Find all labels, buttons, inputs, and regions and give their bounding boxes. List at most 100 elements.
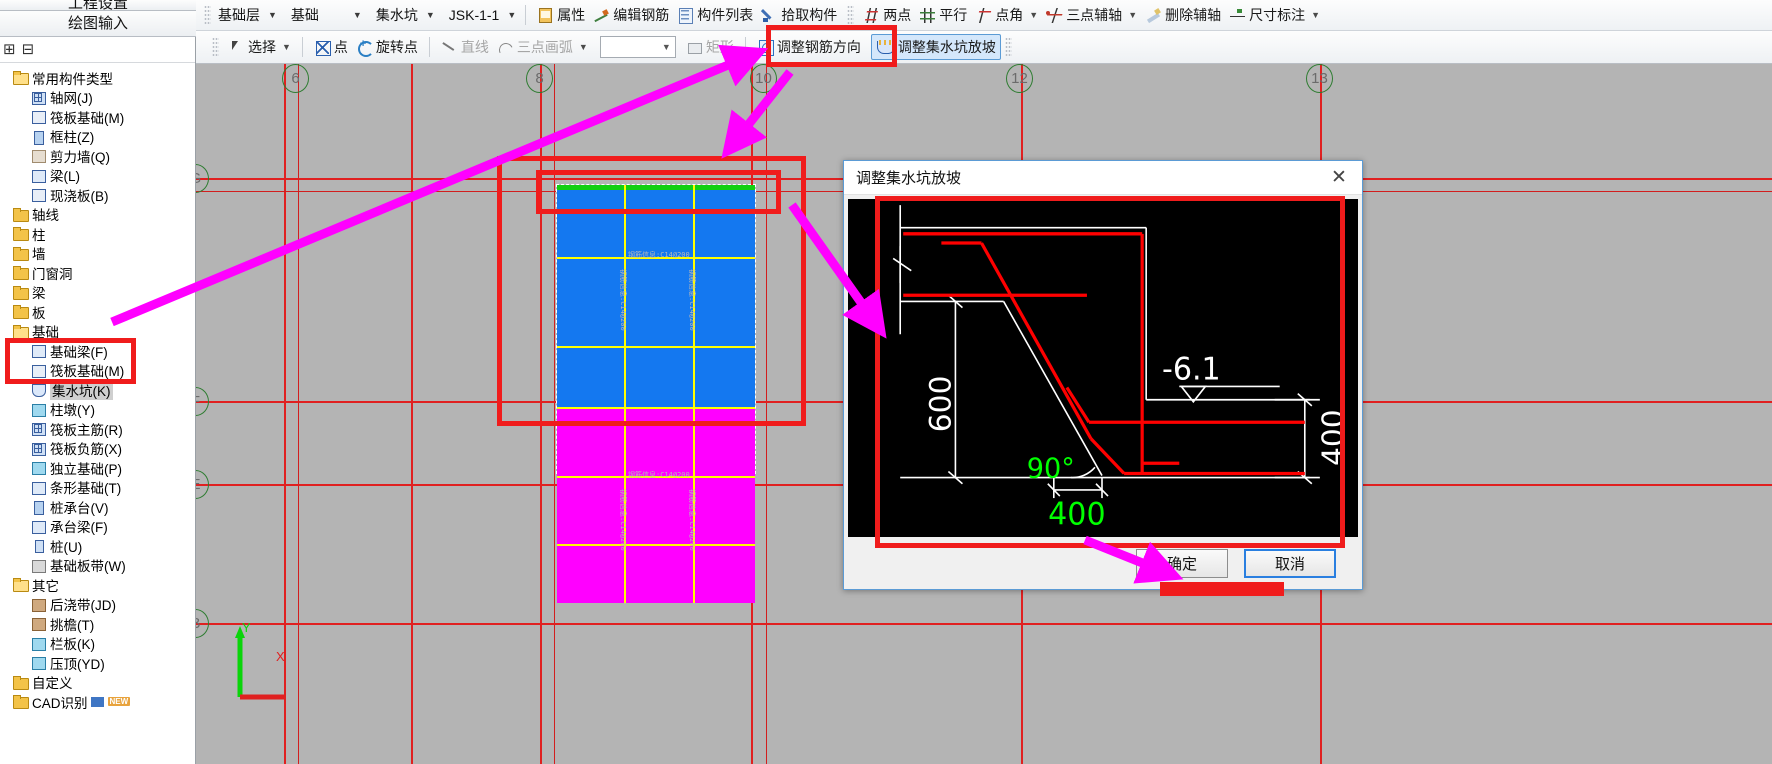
dimension-button[interactable]: 尺寸标注 ▼ (1225, 3, 1324, 27)
axis-bubble-horizontal[interactable]: G (196, 164, 209, 193)
chevron-down-icon[interactable]: ▼ (1128, 10, 1137, 20)
rebar-info-label: 钢筋信息:C14@200 (619, 489, 627, 551)
expand-all-icon[interactable]: ⊞ (3, 42, 16, 57)
axis-bubble-vertical[interactable]: 13 (1306, 64, 1333, 93)
tree-item-21[interactable]: 条形基础(T) (0, 478, 195, 498)
chevron-down-icon[interactable]: ▼ (1311, 10, 1320, 20)
rectangle-button-label: 矩形 (705, 39, 734, 55)
brown-icon (30, 597, 47, 612)
chevron-down-icon[interactable]: ▼ (282, 42, 291, 52)
select-button[interactable]: 选择 ▼ (224, 35, 295, 59)
axis-origin-x-label: X (276, 649, 285, 664)
cyan-icon (30, 655, 47, 671)
tree-item-label: 现浇板(B) (50, 188, 109, 204)
beam-icon (30, 168, 47, 183)
folder-icon (12, 285, 29, 300)
adjust-pit-slope-button[interactable]: 调整集水坑放坡 (870, 34, 1001, 60)
tree-item-5[interactable]: 梁(L) (0, 166, 195, 186)
tree-item-27[interactable]: 后浇带(JD) (0, 595, 195, 615)
tab-project-settings[interactable]: 工程设置 (0, 0, 196, 11)
axis-bubble-horizontal[interactable]: E (196, 470, 209, 499)
tree-item-30[interactable]: 压顶(YD) (0, 653, 195, 673)
axis-bubble-vertical[interactable]: 6 (282, 64, 309, 93)
tree-item-15[interactable]: 筏板基础(M) (0, 361, 195, 381)
tree-item-label: 自定义 (32, 676, 73, 692)
rectangle-button[interactable]: 矩形 (682, 35, 738, 59)
three-point-arc-button[interactable]: 三点画弧 ▼ (493, 35, 592, 59)
two-point-axis-button[interactable]: 两点 (859, 3, 915, 27)
adjust-rebar-direction-button[interactable]: 调整钢筋方向 (753, 35, 865, 59)
tree-item-28[interactable]: 挑檐(T) (0, 614, 195, 634)
category-selector[interactable]: 基础 ▼ (289, 4, 364, 26)
axis-bubble-label: F (196, 393, 200, 410)
tree-item-31[interactable]: 自定义 (0, 673, 195, 693)
floor-selector[interactable]: 基础层 ▼ (216, 4, 279, 26)
chevron-down-icon[interactable]: ▼ (579, 42, 588, 52)
tree-item-25[interactable]: 基础板带(W) (0, 556, 195, 576)
folder-icon (12, 265, 29, 281)
pick-component-button[interactable]: 拾取构件 (757, 3, 841, 27)
tree-item-9[interactable]: 墙 (0, 244, 195, 264)
new-badge: NEW (107, 697, 131, 707)
delete-aux-axis-button[interactable]: 删除辅轴 (1141, 3, 1225, 27)
style-combo[interactable]: ▼ (599, 36, 676, 58)
tree-item-7[interactable]: 轴线 (0, 205, 195, 225)
tree-item-8[interactable]: 柱 (0, 224, 195, 244)
tree-item-22[interactable]: 桩承台(V) (0, 497, 195, 517)
tree-item-4[interactable]: 剪力墙(Q) (0, 146, 195, 166)
axis-bubble-vertical[interactable]: 12 (1006, 64, 1033, 93)
tree-item-12[interactable]: 板 (0, 302, 195, 322)
parallel-axis-button[interactable]: 平行 (915, 3, 971, 27)
tree-item-32[interactable]: CAD识别 NEW (0, 692, 195, 712)
axis-bubble-horizontal[interactable]: F (196, 387, 209, 416)
tree-item-19[interactable]: 筏板负筋(X) (0, 439, 195, 459)
tree-item-1[interactable]: 轴网(J) (0, 88, 195, 108)
properties-button[interactable]: 属性 (533, 3, 589, 27)
tree-item-26[interactable]: 其它 (0, 575, 195, 595)
ok-button[interactable]: 确定 (1136, 548, 1228, 578)
point-angle-axis-button[interactable]: 点角 ▼ (971, 3, 1042, 27)
tree-item-14[interactable]: 基础梁(F) (0, 341, 195, 361)
axis-bubble-vertical[interactable]: 10 (750, 64, 777, 93)
tree-item-17[interactable]: 柱墩(Y) (0, 400, 195, 420)
axis-origin-y-label: Y (242, 620, 251, 635)
component-name-selector[interactable]: JSK-1-1 ▼ (447, 4, 519, 26)
three-point-aux-axis-button[interactable]: 三点辅轴 ▼ (1042, 3, 1141, 27)
component-type-selector[interactable]: 集水坑 ▼ (374, 4, 437, 26)
tree-item-18[interactable]: 筏板主筋(R) (0, 419, 195, 439)
tree-item-29[interactable]: 栏板(K) (0, 634, 195, 654)
tree-item-20[interactable]: 独立基础(P) (0, 458, 195, 478)
tree-item-16[interactable]: 集水坑(K) (0, 379, 195, 400)
tree-item-0[interactable]: 常用构件类型 (0, 68, 195, 88)
edit-rebar-button[interactable]: 编辑钢筋 (589, 3, 673, 27)
tree-item-23[interactable]: 承台梁(F) (0, 517, 195, 537)
cancel-button[interactable]: 取消 (1244, 548, 1336, 578)
tree-item-label: 后浇带(JD) (50, 598, 116, 614)
close-icon[interactable]: ✕ (1322, 164, 1356, 192)
chevron-down-icon[interactable]: ▼ (1029, 10, 1038, 20)
tree-item-3[interactable]: 框柱(Z) (0, 127, 195, 147)
pit-slope-preview[interactable]: 600 400 400 -6.1 90° (848, 199, 1358, 537)
tree-item-2[interactable]: 筏板基础(M) (0, 107, 195, 127)
slab-region-magenta[interactable] (557, 407, 755, 603)
tree-item-label: 筏板基础(M) (50, 364, 125, 380)
toolbar-divider (744, 37, 746, 57)
beam-icon (30, 480, 47, 495)
axis-bubble-horizontal[interactable]: B (196, 609, 209, 638)
tree-item-10[interactable]: 门窗洞 (0, 263, 195, 283)
tree-item-6[interactable]: 现浇板(B) (0, 185, 195, 205)
rotate-point-button[interactable]: 旋转点 (352, 35, 422, 59)
tree-item-13[interactable]: 基础 (0, 322, 195, 342)
tree-item-24[interactable]: 桩(U) (0, 536, 195, 556)
axis-bubble-vertical[interactable]: 8 (526, 64, 553, 93)
adjust-pit-slope-dialog[interactable]: 调整集水坑放坡 ✕ 600 400 400 -6.1 90° 确定 取消 (843, 160, 1363, 590)
parallel-axis-label: 平行 (939, 7, 968, 23)
component-list-button[interactable]: 构件列表 (673, 3, 757, 27)
point-button[interactable]: 点 (310, 35, 352, 59)
tab-drawing-input[interactable]: 绘图输入 (0, 11, 196, 37)
chevron-down-icon: ▼ (661, 42, 671, 52)
collapse-all-icon[interactable]: ⊟ (22, 42, 35, 57)
tree-item-11[interactable]: 梁 (0, 283, 195, 303)
folder-icon (12, 246, 29, 261)
line-button[interactable]: 直线 (437, 35, 493, 59)
